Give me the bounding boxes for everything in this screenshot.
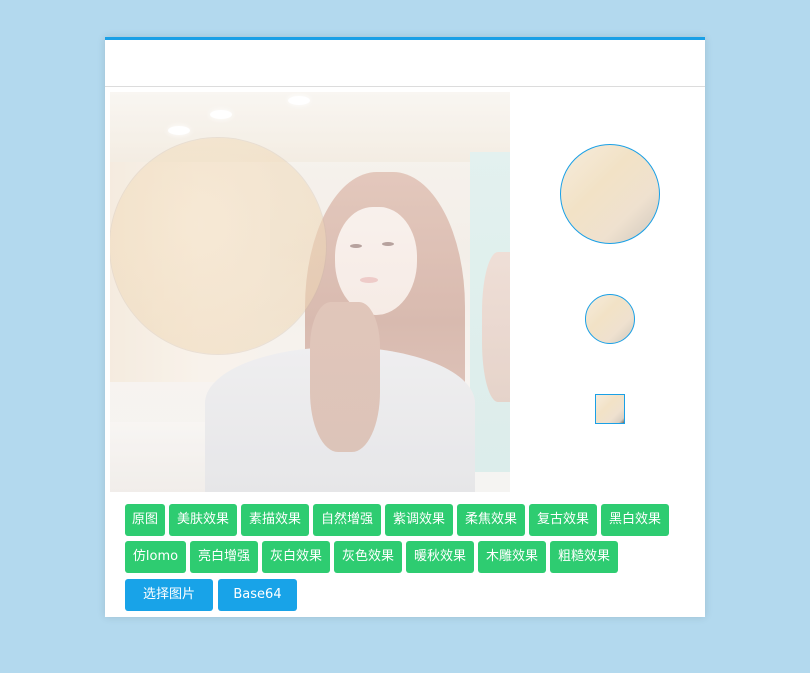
preview-small: [595, 394, 625, 424]
filter-grey-button[interactable]: 灰色效果: [334, 541, 402, 573]
select-image-button[interactable]: 选择图片: [125, 579, 213, 611]
filter-vintage-button[interactable]: 复古效果: [529, 504, 597, 536]
filter-woodcarve-button[interactable]: 木雕效果: [478, 541, 546, 573]
preview-medium: [585, 294, 635, 344]
filter-brighten-button[interactable]: 亮白增强: [190, 541, 258, 573]
crop-selection-circle[interactable]: [110, 138, 326, 354]
source-photo[interactable]: [110, 92, 510, 492]
filter-purple-button[interactable]: 紫调效果: [385, 504, 453, 536]
filter-sketch-button[interactable]: 素描效果: [241, 504, 309, 536]
filter-softfocus-button[interactable]: 柔焦效果: [457, 504, 525, 536]
filter-greywhite-button[interactable]: 灰白效果: [262, 541, 330, 573]
filter-original-button[interactable]: 原图: [125, 504, 165, 536]
filter-lomo-button[interactable]: 仿lomo: [125, 541, 186, 573]
filter-natural-button[interactable]: 自然增强: [313, 504, 381, 536]
filter-beauty-button[interactable]: 美肤效果: [169, 504, 237, 536]
filter-rough-button[interactable]: 粗糙效果: [550, 541, 618, 573]
editor-panel: 原图 美肤效果 素描效果 自然增强 紫调效果 柔焦效果 复古效果 黑白效果 仿l…: [105, 37, 705, 617]
panel-header: [105, 40, 705, 87]
filter-bw-button[interactable]: 黑白效果: [601, 504, 669, 536]
base64-button[interactable]: Base64: [218, 579, 297, 611]
filter-autumn-button[interactable]: 暖秋效果: [406, 541, 474, 573]
preview-large: [560, 144, 660, 244]
